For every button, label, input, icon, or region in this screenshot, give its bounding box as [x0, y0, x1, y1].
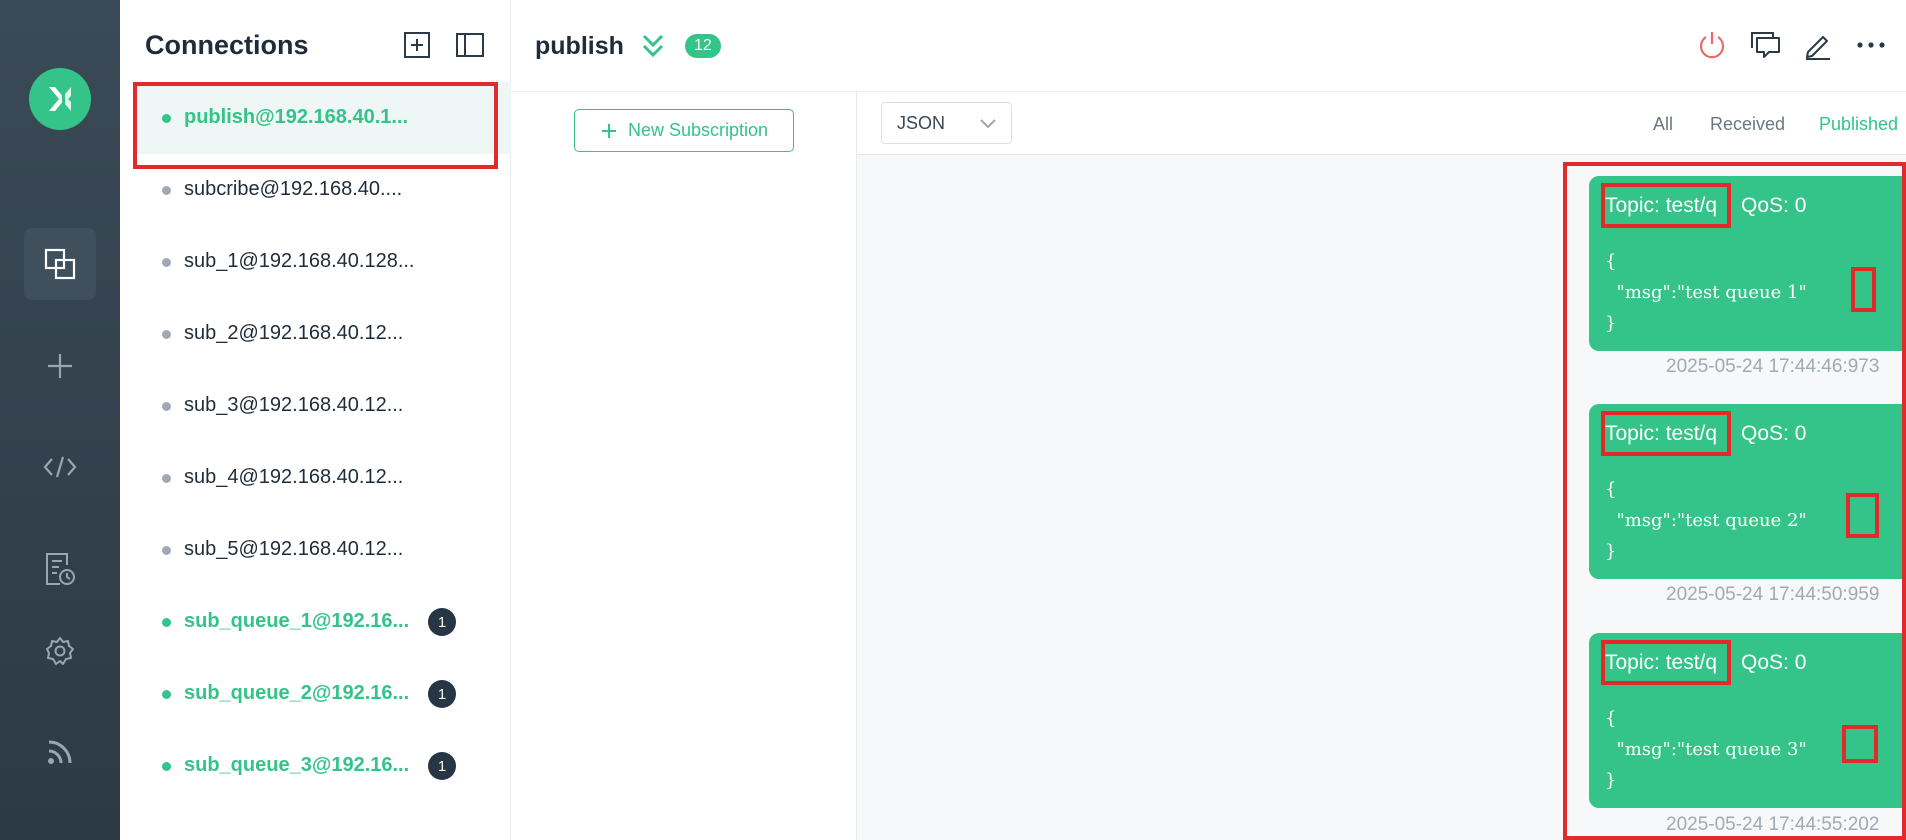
mqttx-app: Connections publish@192.168.40.1... subc… — [0, 0, 1906, 840]
connection-label: sub_queue_3@192.16... — [184, 754, 410, 776]
nav-log[interactable] — [24, 533, 96, 605]
connection-item[interactable]: sub_3@192.168.40.12... — [120, 370, 511, 442]
nav-new-connection[interactable] — [24, 330, 96, 402]
connection-topbar: publish 12 — [511, 0, 1906, 92]
code-icon — [43, 456, 77, 478]
connection-label: subcribe@192.168.40.... — [184, 178, 403, 200]
rss-icon — [48, 740, 72, 764]
status-dot — [162, 762, 171, 771]
filter-received[interactable]: Received — [1710, 114, 1785, 135]
nav-rail — [0, 0, 120, 840]
payload-format-select[interactable]: JSON — [881, 102, 1012, 144]
subscriptions-panel: New Subscription — [511, 92, 857, 840]
connection-label: sub_4@192.168.40.12... — [184, 466, 404, 488]
unread-badge: 1 — [428, 608, 456, 636]
status-dot — [162, 402, 171, 411]
payload-format-value: JSON — [897, 112, 946, 133]
connection-name: publish — [535, 32, 624, 60]
status-dot — [162, 618, 171, 627]
highlight-box — [1601, 411, 1731, 456]
nav-script[interactable] — [24, 431, 96, 503]
connection-item[interactable]: sub_queue_3@192.16... 1 — [120, 730, 511, 802]
connection-list: publish@192.168.40.1... subcribe@192.168… — [120, 82, 511, 802]
plus-square-icon — [404, 32, 430, 58]
connection-label: sub_2@192.168.40.12... — [184, 322, 404, 344]
connection-label: sub_5@192.168.40.12... — [184, 538, 404, 560]
status-dot — [162, 474, 171, 483]
new-subscription-button[interactable]: New Subscription — [574, 109, 794, 152]
status-dot — [162, 330, 171, 339]
connection-label: sub_queue_2@192.16... — [184, 682, 410, 704]
connection-label: sub_3@192.168.40.12... — [184, 394, 404, 416]
connection-label: sub_1@192.168.40.128... — [184, 250, 415, 272]
highlight-box — [1601, 183, 1731, 228]
connection-item[interactable]: sub_4@192.168.40.12... — [120, 442, 511, 514]
more-button[interactable] — [1854, 28, 1888, 62]
highlight-box — [133, 82, 498, 169]
nav-connections[interactable] — [24, 228, 96, 300]
more-dots-icon — [1857, 42, 1885, 48]
log-icon — [46, 553, 75, 585]
chat-windows-icon — [1751, 32, 1780, 58]
connections-panel: Connections publish@192.168.40.1... subc… — [120, 0, 511, 840]
disconnect-button[interactable] — [1695, 28, 1729, 62]
connections-header: Connections — [120, 0, 511, 82]
logo-icon — [49, 87, 71, 111]
sidebar-toggle-icon — [456, 33, 484, 57]
nav-subscribe-feed[interactable] — [24, 716, 96, 788]
power-icon — [1699, 32, 1725, 59]
connection-item[interactable]: sub_queue_1@192.16... 1 — [120, 586, 511, 658]
message-list[interactable]: Topic: test/q QoS: 0 { "msg":"test queue… — [857, 155, 1906, 840]
connection-item[interactable]: sub_5@192.168.40.12... — [120, 514, 511, 586]
app-logo[interactable] — [29, 68, 91, 130]
unread-badge: 1 — [428, 680, 456, 708]
plus-icon — [48, 354, 72, 378]
status-dot — [162, 258, 171, 267]
highlight-box — [1601, 640, 1731, 685]
connection-item[interactable]: sub_queue_2@192.16... 1 — [120, 658, 511, 730]
filter-published[interactable]: Published — [1819, 114, 1898, 135]
nav-settings[interactable] — [24, 615, 96, 687]
highlight-box — [1842, 725, 1878, 763]
pencil-icon — [1806, 36, 1830, 60]
highlight-box — [1846, 493, 1879, 538]
connection-label: sub_queue_1@192.16... — [184, 610, 410, 632]
status-dot — [162, 546, 171, 555]
connection-item[interactable]: sub_1@192.168.40.128... — [120, 226, 511, 298]
status-dot — [162, 186, 171, 195]
unread-badge: 1 — [428, 752, 456, 780]
add-connection-button[interactable] — [402, 30, 432, 60]
message-count-badge: 12 — [685, 34, 721, 58]
new-subscription-label: New Subscription — [627, 120, 769, 140]
message-toolbar: JSON All Received Published — [857, 92, 1906, 155]
filter-all[interactable]: All — [1653, 114, 1673, 135]
plus-icon — [601, 123, 616, 138]
double-chevron-down-icon[interactable] — [640, 32, 666, 60]
gear-icon — [46, 637, 74, 665]
connections-icon — [44, 248, 76, 280]
highlight-box — [1851, 267, 1876, 312]
connection-item[interactable]: sub_2@192.168.40.12... — [120, 298, 511, 370]
new-window-button[interactable] — [1748, 28, 1782, 62]
chevron-down-icon — [980, 119, 996, 129]
connections-title: Connections — [145, 30, 309, 60]
toggle-sidebar-button[interactable] — [455, 30, 485, 60]
status-dot — [162, 690, 171, 699]
edit-connection-button[interactable] — [1801, 28, 1835, 62]
